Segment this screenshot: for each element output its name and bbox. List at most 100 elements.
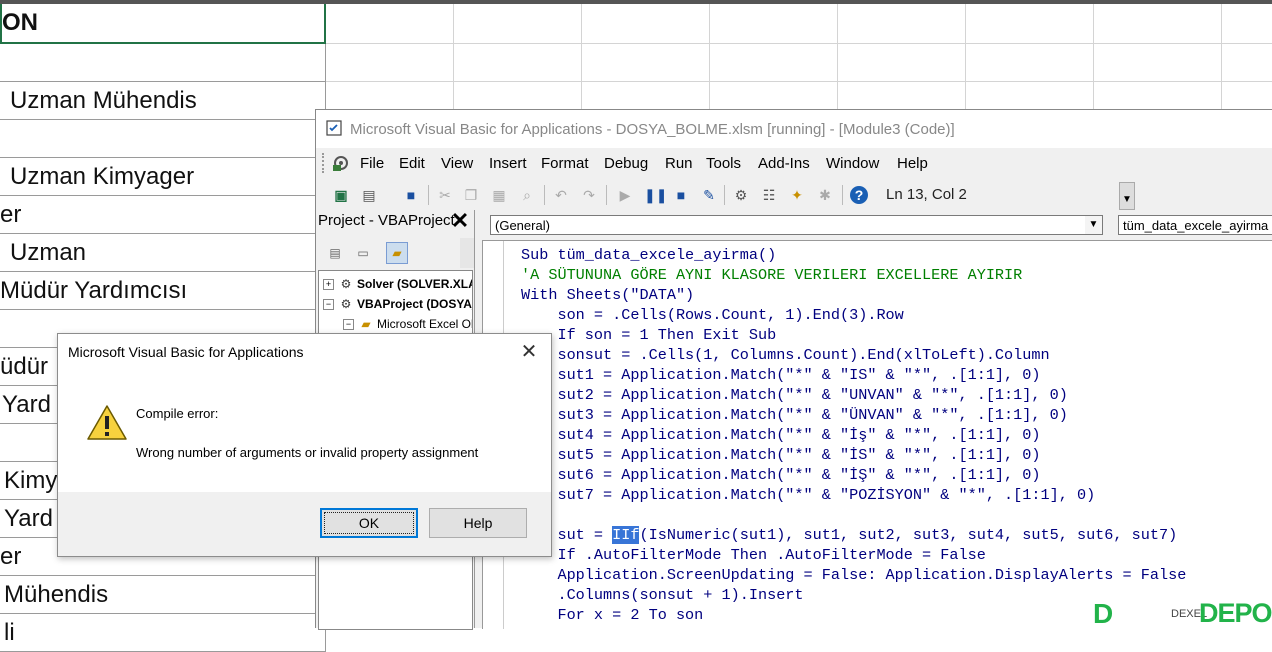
tree-node-excel-objects[interactable]: −▰ Microsoft Excel Objects: [343, 317, 472, 331]
break-icon[interactable]: ❚❚: [644, 186, 667, 204]
excel-cell[interactable]: Mühendis: [0, 576, 326, 614]
code-line[interactable]: With Sheets("DATA"): [521, 285, 1186, 305]
code-line[interactable]: sut5 = Application.Match("*" & "İS" & "*…: [521, 445, 1186, 465]
view-code-icon[interactable]: ▤: [324, 242, 346, 264]
redo-icon[interactable]: ↷: [580, 186, 598, 204]
help-button[interactable]: Help: [429, 508, 527, 538]
menu-edit[interactable]: Edit: [399, 155, 425, 172]
cell-text: Uzman Mühendis: [10, 87, 197, 114]
code-text[interactable]: Sub tüm_data_excele_ayirma() 'A SÜTUNUNA…: [521, 245, 1186, 625]
tree-node-vbaproject[interactable]: −⚙ VBAProject (DOSYA_BOLME.xlsm): [323, 297, 472, 311]
tree-node-label: VBAProject (DOSYA_BOLME.xlsm): [357, 297, 472, 311]
toolbar-separator: [606, 185, 607, 205]
excel-cell[interactable]: [0, 120, 326, 158]
toolbox-icon[interactable]: ✱: [816, 186, 834, 204]
code-line[interactable]: .Columns(sonsut + 1).Insert: [521, 585, 1186, 605]
code-line[interactable]: sut4 = Application.Match("*" & "İş" & "*…: [521, 425, 1186, 445]
expand-icon[interactable]: +: [323, 279, 334, 291]
excel-cell[interactable]: Uzman: [0, 234, 326, 272]
toolbar-separator: [428, 185, 429, 205]
excel-cell-header[interactable]: ON: [0, 4, 326, 44]
menu-format[interactable]: Format: [541, 155, 589, 172]
help-icon[interactable]: ?: [850, 186, 868, 204]
cut-icon[interactable]: ✂: [436, 186, 454, 204]
code-line[interactable]: sut7 = Application.Match("*" & "POZİSYON…: [521, 485, 1186, 505]
excel-cell[interactable]: er: [0, 196, 326, 234]
menu-file[interactable]: File: [360, 155, 384, 172]
code-line-blank[interactable]: [521, 505, 1186, 525]
cell-text: Kimy: [4, 467, 58, 494]
menubar-grip[interactable]: [322, 153, 327, 173]
code-line[interactable]: sut3 = Application.Match("*" & "ÜNVAN" &…: [521, 405, 1186, 425]
menu-bar: File Edit View Insert Format Debug Run T…: [316, 148, 1272, 178]
menu-view[interactable]: View: [441, 155, 473, 172]
code-line[interactable]: sut6 = Application.Match("*" & "İŞ" & "*…: [521, 465, 1186, 485]
excel-cell[interactable]: [0, 44, 326, 82]
tree-node-solver[interactable]: + ⚙ Solver (SOLVER.XLAM): [323, 277, 472, 291]
menu-tools[interactable]: Tools: [706, 155, 741, 172]
run-icon[interactable]: ▶: [616, 186, 634, 204]
cursor-position: Ln 13, Col 2: [886, 186, 967, 203]
view-object-icon[interactable]: ▭: [352, 242, 374, 264]
object-combo[interactable]: (General) ▼: [490, 215, 1103, 235]
view-excel-icon[interactable]: ▣: [332, 186, 350, 204]
ok-button[interactable]: OK: [320, 508, 418, 538]
vbe-title-text: Microsoft Visual Basic for Applications …: [350, 121, 955, 138]
project-explorer-icon[interactable]: ⚙: [732, 186, 750, 204]
copy-icon[interactable]: ❐: [462, 186, 480, 204]
dialog-footer: OK Help: [58, 492, 551, 556]
cell-text: Müdür Yardımcısı: [0, 277, 188, 304]
collapse-icon[interactable]: −: [323, 299, 334, 311]
project-pane-scrollbar[interactable]: [460, 238, 474, 268]
code-line[interactable]: Sub tüm_data_excele_ayirma(): [521, 245, 1186, 265]
code-window: (General) ▼ tüm_data_excele_ayirma Sub t…: [480, 210, 1272, 629]
paste-icon[interactable]: ▦: [490, 186, 508, 204]
vbe-title-bar[interactable]: Microsoft Visual Basic for Applications …: [316, 110, 1272, 148]
code-line-comment[interactable]: 'A SÜTUNUNA GÖRE AYNI KLASORE VERILERI E…: [521, 265, 1186, 285]
selected-token[interactable]: IIf: [612, 526, 640, 544]
toggle-folders-icon[interactable]: ▰: [386, 242, 408, 264]
vbe-doc-icon[interactable]: [330, 153, 352, 173]
properties-window-icon[interactable]: ☷: [760, 186, 778, 204]
toolbar-options-icon[interactable]: ▼: [1119, 182, 1135, 210]
tree-node-label: Microsoft Excel Objects: [377, 317, 472, 331]
code-line[interactable]: sut1 = Application.Match("*" & "IS" & "*…: [521, 365, 1186, 385]
undo-icon[interactable]: ↶: [552, 186, 570, 204]
vba-app-icon: [326, 120, 342, 136]
chevron-down-icon[interactable]: ▼: [1085, 216, 1102, 234]
menu-run[interactable]: Run: [665, 155, 693, 172]
code-fragment: (IsNumeric(sut1), sut1, sut2, sut3, sut4…: [639, 526, 1178, 544]
reset-icon[interactable]: ■: [672, 186, 690, 204]
code-line[interactable]: If son = 1 Then Exit Sub: [521, 325, 1186, 345]
cell-text: Uzman: [10, 239, 87, 266]
menu-help[interactable]: Help: [897, 155, 928, 172]
close-icon[interactable]: ✕: [516, 340, 542, 364]
excel-cell[interactable]: Uzman Kimyager: [0, 158, 326, 196]
excel-cell[interactable]: li: [0, 614, 326, 652]
excel-cell[interactable]: Uzman Mühendis: [0, 82, 326, 120]
project-pane-close-icon[interactable]: ✕: [449, 210, 471, 232]
design-mode-icon[interactable]: ✎: [700, 186, 718, 204]
code-line[interactable]: son = .Cells(Rows.Count, 1).End(3).Row: [521, 305, 1186, 325]
dialog-title: Microsoft Visual Basic for Applications: [68, 344, 304, 360]
cell-text: Yard: [4, 505, 53, 532]
menu-addins[interactable]: Add-Ins: [758, 155, 810, 172]
code-line[interactable]: For x = 2 To son: [521, 605, 1186, 625]
object-combo-value: (General): [495, 218, 550, 233]
menu-insert[interactable]: Insert: [489, 155, 527, 172]
save-icon[interactable]: ■: [402, 186, 420, 204]
excel-cell[interactable]: Müdür Yardımcısı: [0, 272, 326, 310]
find-icon[interactable]: ⌕: [518, 186, 536, 204]
code-line-error[interactable]: sut = IIf(IsNumeric(sut1), sut1, sut2, s…: [521, 525, 1186, 545]
code-line[interactable]: sonsut = .Cells(1, Columns.Count).End(xl…: [521, 345, 1186, 365]
code-line[interactable]: Application.ScreenUpdating = False: Appl…: [521, 565, 1186, 585]
insert-module-icon[interactable]: ▤: [360, 186, 378, 204]
code-line[interactable]: If .AutoFilterMode Then .AutoFilterMode …: [521, 545, 1186, 565]
collapse-icon[interactable]: −: [343, 319, 354, 331]
object-browser-icon[interactable]: ✦: [788, 186, 806, 204]
code-editor[interactable]: Sub tüm_data_excele_ayirma() 'A SÜTUNUNA…: [482, 240, 1272, 629]
menu-window[interactable]: Window: [826, 155, 879, 172]
code-line[interactable]: sut2 = Application.Match("*" & "UNVAN" &…: [521, 385, 1186, 405]
menu-debug[interactable]: Debug: [604, 155, 648, 172]
procedure-combo[interactable]: tüm_data_excele_ayirma: [1118, 215, 1272, 235]
